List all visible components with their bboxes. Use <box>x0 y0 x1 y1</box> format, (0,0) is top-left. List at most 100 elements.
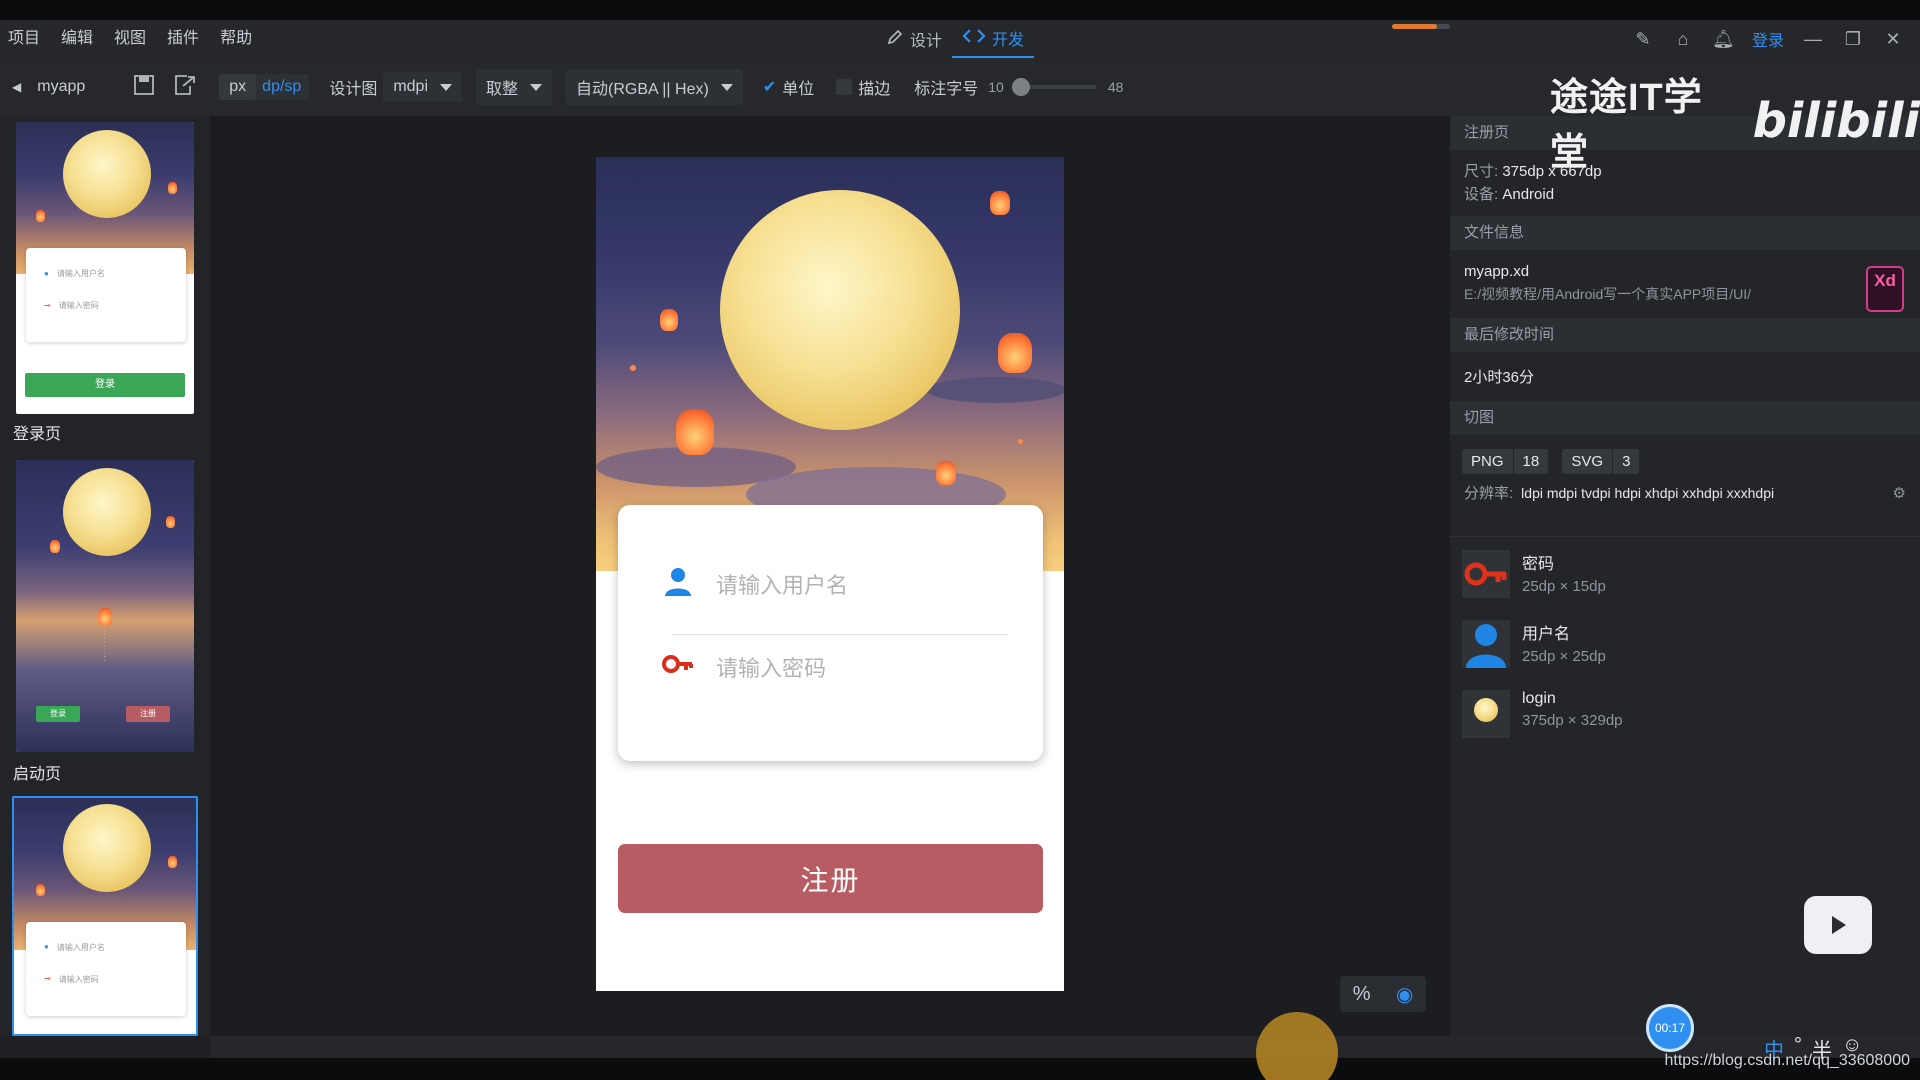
menu-view[interactable]: 视图 <box>106 20 159 58</box>
bell-icon[interactable]: 🔔︎ <box>1712 28 1735 50</box>
color-format-value: 自动(RGBA || Hex) <box>576 81 709 98</box>
modified-value: 2小时36分 <box>1464 369 1535 386</box>
thumb-username: 请输入用户名 <box>56 269 105 278</box>
font-size-min: 10 <box>988 79 1004 95</box>
gift-icon[interactable]: ⌂ <box>1672 28 1694 50</box>
menu-project[interactable]: 项目 <box>0 20 53 58</box>
slices-title: 切图 <box>1450 401 1920 435</box>
thumb-password: 请输入密码 <box>58 975 99 984</box>
device-label: 设备: <box>1464 186 1499 203</box>
close-icon[interactable]: ✕ <box>1882 28 1904 50</box>
password-field[interactable]: 请输入密码 <box>662 651 826 683</box>
lantern-decoration <box>998 333 1032 373</box>
format-badges: PNG 18 SVG 3 <box>1450 435 1920 474</box>
adobe-xd-icon: Xd <box>1866 266 1904 312</box>
density-select[interactable]: mdpi <box>383 72 463 102</box>
stroke-check-label: 描边 <box>858 81 891 98</box>
pencil-icon <box>886 28 904 51</box>
moon-image <box>720 190 960 430</box>
file-name: myapp.xd <box>1464 263 1530 280</box>
xd-badge-text: Xd <box>1874 271 1896 290</box>
lantern-decoration <box>660 309 678 331</box>
rounding-select[interactable]: 取整 <box>476 69 553 105</box>
project-name: myapp <box>37 78 86 95</box>
thumb-password: 请输入密码 <box>58 301 99 310</box>
asset-name: login <box>1522 690 1556 707</box>
unit-check-label: 单位 <box>782 81 815 98</box>
back-button[interactable]: ◀ myapp <box>12 78 85 96</box>
caret-down-icon <box>530 83 543 91</box>
lantern-decoration <box>990 191 1010 215</box>
key-icon <box>662 653 694 681</box>
screen-list: ● 请输入用户名 ⊸ 请输入密码 登录 登录页 · · · · · · · · · … <box>0 116 210 1036</box>
username-field[interactable]: 请输入用户名 <box>662 565 848 603</box>
tab-design-label: 设计 <box>910 33 943 50</box>
screen-thumb-login[interactable]: ● 请输入用户名 ⊸ 请输入密码 登录 <box>16 122 194 414</box>
device-row: 设备: Android <box>1450 183 1920 206</box>
file-path: E:/视频教程/用Android写一个真实APP项目/UI/ <box>1464 286 1752 302</box>
save-icon[interactable] <box>133 74 155 101</box>
modified-title: 最后修改时间 <box>1450 318 1920 352</box>
font-size-label: 标注字号 <box>914 81 979 98</box>
screen-thumb-splash[interactable]: · · · · · · · · · 登录 注册 <box>16 460 194 752</box>
asset-item-username[interactable]: 用户名 25dp × 25dp <box>1462 620 1606 668</box>
menu-edit[interactable]: 编辑 <box>53 20 106 58</box>
svg-badge[interactable]: SVG 3 <box>1562 449 1640 474</box>
minimize-icon[interactable]: — <box>1802 28 1824 50</box>
canvas-tools: % ◉ <box>1340 976 1426 1012</box>
stroke-checkbox[interactable]: 描边 <box>836 75 890 99</box>
eye-icon[interactable]: ◉ <box>1396 982 1413 1007</box>
asset-size: 25dp × 15dp <box>1522 578 1606 595</box>
asset-item-password[interactable]: 密码 25dp × 15dp <box>1462 550 1606 598</box>
key-icon: ⊸ <box>44 974 51 983</box>
font-size-slider[interactable] <box>1011 78 1096 96</box>
png-count: 18 <box>1512 449 1549 474</box>
password-placeholder: 请输入密码 <box>716 656 827 681</box>
export-icon[interactable] <box>173 74 197 101</box>
watermark: 途途IT学堂 bilibili <box>1550 66 1920 176</box>
menu-help[interactable]: 帮助 <box>212 20 265 58</box>
resolution-value: ldpi mdpi tvdpi hdpi xhdpi xxhdpi xxxhdp… <box>1521 485 1775 501</box>
resolution-row: 分辨率: ldpi mdpi tvdpi hdpi xhdpi xxhdpi x… <box>1450 482 1920 505</box>
unit-px-option[interactable]: px <box>219 74 257 100</box>
lantern-decoration <box>676 409 714 455</box>
asset-item-login[interactable]: login 375dp × 329dp <box>1462 690 1623 738</box>
thumb-splash-register: 注册 <box>126 706 170 722</box>
caret-down-icon <box>720 83 733 91</box>
chevron-left-icon: ◀ <box>12 80 22 94</box>
unit-checkbox[interactable]: ✔ 单位 <box>763 75 814 99</box>
brush-icon[interactable]: ✎ <box>1632 28 1654 50</box>
top-letterbox <box>0 0 1920 20</box>
user-icon <box>662 565 694 603</box>
register-button[interactable]: 注册 <box>618 844 1043 913</box>
artboard-register[interactable]: 请输入用户名 请输入密码 注册 <box>596 157 1064 991</box>
gear-icon[interactable]: ⚙ <box>1893 482 1906 505</box>
login-link[interactable]: 登录 <box>1752 27 1784 51</box>
poem-text-decoration: · · · · · · · · · <box>102 630 107 662</box>
maximize-icon[interactable]: ❐ <box>1842 28 1864 50</box>
field-divider <box>672 634 1008 635</box>
menu-plugins[interactable]: 插件 <box>159 20 212 58</box>
png-badge[interactable]: PNG 18 <box>1462 449 1549 474</box>
key-icon: ⊸ <box>44 301 51 310</box>
user-icon: ● <box>44 942 49 951</box>
slider-knob[interactable] <box>1011 78 1030 96</box>
username-placeholder: 请输入用户名 <box>716 573 849 598</box>
density-value: mdpi <box>393 78 429 95</box>
thumb-username: 请输入用户名 <box>56 943 105 952</box>
thumb-splash-login: 登录 <box>36 706 80 722</box>
rounding-value: 取整 <box>486 81 519 98</box>
unit-dp-option[interactable]: dp/sp <box>262 74 309 100</box>
bilibili-logo: bilibili <box>1752 93 1920 149</box>
tab-develop[interactable]: 开发 <box>952 20 1035 58</box>
design-label: 设计图 <box>329 81 378 98</box>
asset-name: 用户名 <box>1522 626 1571 643</box>
recording-timer: 00:17 <box>1646 1004 1694 1052</box>
screen-thumb-register[interactable]: ● 请输入用户名 ⊸ 请输入密码 <box>12 796 198 1036</box>
unit-toggle: px dp/sp <box>219 74 310 100</box>
tab-design[interactable]: 设计 <box>876 20 952 58</box>
checkbox-box <box>836 79 853 95</box>
color-format-select[interactable]: 自动(RGBA || Hex) <box>566 69 743 105</box>
resolution-label: 分辨率: <box>1464 485 1514 502</box>
percent-icon[interactable]: % <box>1353 983 1371 1006</box>
